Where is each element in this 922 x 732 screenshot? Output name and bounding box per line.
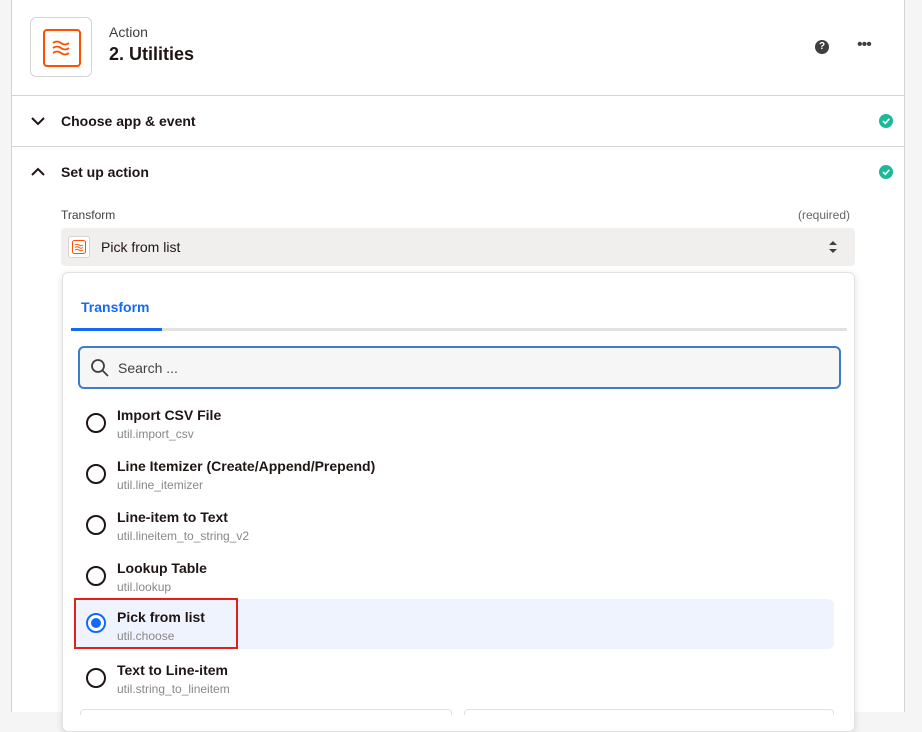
step-header: Action 2. Utilities ? ••• [12, 0, 904, 96]
tab-transform[interactable]: Transform [81, 299, 149, 315]
required-indicator: (required) [798, 208, 851, 222]
chevron-up-icon [31, 167, 45, 176]
radio-button[interactable] [86, 668, 106, 688]
option-line-itemizer[interactable]: Line Itemizer (Create/Append/Prepend) ut… [76, 452, 834, 502]
option-line-item-to-text[interactable]: Line-item to Text util.lineitem_to_strin… [76, 503, 834, 553]
partial-field-left [80, 709, 452, 715]
check-circle-icon [879, 114, 893, 128]
search-box[interactable] [78, 346, 841, 389]
selection-highlight-box [74, 598, 238, 649]
option-key: util.import_csv [117, 427, 194, 441]
option-title: Import CSV File [117, 407, 222, 423]
option-key: util.line_itemizer [117, 478, 204, 492]
partial-field-right [464, 709, 834, 715]
section-choose-app-event[interactable]: Choose app & event [12, 96, 904, 147]
section-set-up-action[interactable]: Set up action [12, 147, 904, 198]
tab-rail [71, 328, 847, 331]
chevron-down-icon [31, 117, 45, 126]
app-icon [30, 17, 92, 77]
utilities-icon [68, 236, 90, 258]
more-horizontal-icon[interactable]: ••• [857, 37, 872, 53]
option-lookup-table[interactable]: Lookup Table util.lookup [76, 554, 834, 604]
option-key: util.lookup [117, 580, 172, 594]
step-title: 2. Utilities [109, 44, 195, 64]
radio-button[interactable] [86, 464, 106, 484]
transform-field-label: Transform [61, 208, 116, 222]
radio-button[interactable] [86, 413, 106, 433]
option-title: Line-item to Text [117, 509, 228, 525]
utilities-icon [43, 29, 81, 67]
option-title: Lookup Table [117, 560, 207, 576]
section-label: Choose app & event [61, 113, 196, 129]
active-tab-indicator [71, 328, 162, 331]
search-icon [91, 359, 109, 377]
radio-button[interactable] [86, 515, 106, 535]
transform-dropdown: Transform Import CSV File util.import_cs… [62, 272, 855, 732]
transform-select-value: Pick from list [101, 239, 181, 255]
option-key: util.lineitem_to_string_v2 [117, 529, 250, 543]
check-circle-icon [879, 165, 893, 179]
question-circle-icon[interactable]: ? [815, 40, 829, 54]
section-label: Set up action [61, 164, 149, 180]
step-kind-label: Action [109, 24, 148, 40]
option-key: util.string_to_lineitem [117, 682, 230, 696]
option-import-csv-file[interactable]: Import CSV File util.import_csv [76, 401, 834, 451]
radio-button[interactable] [86, 566, 106, 586]
search-input[interactable] [118, 358, 818, 378]
option-title: Line Itemizer (Create/Append/Prepend) [117, 458, 376, 474]
option-title: Text to Line-item [117, 662, 228, 678]
sort-arrows-icon [829, 241, 837, 253]
option-text-to-line-item[interactable]: Text to Line-item util.string_to_lineite… [76, 656, 834, 706]
transform-select[interactable]: Pick from list [61, 228, 855, 266]
